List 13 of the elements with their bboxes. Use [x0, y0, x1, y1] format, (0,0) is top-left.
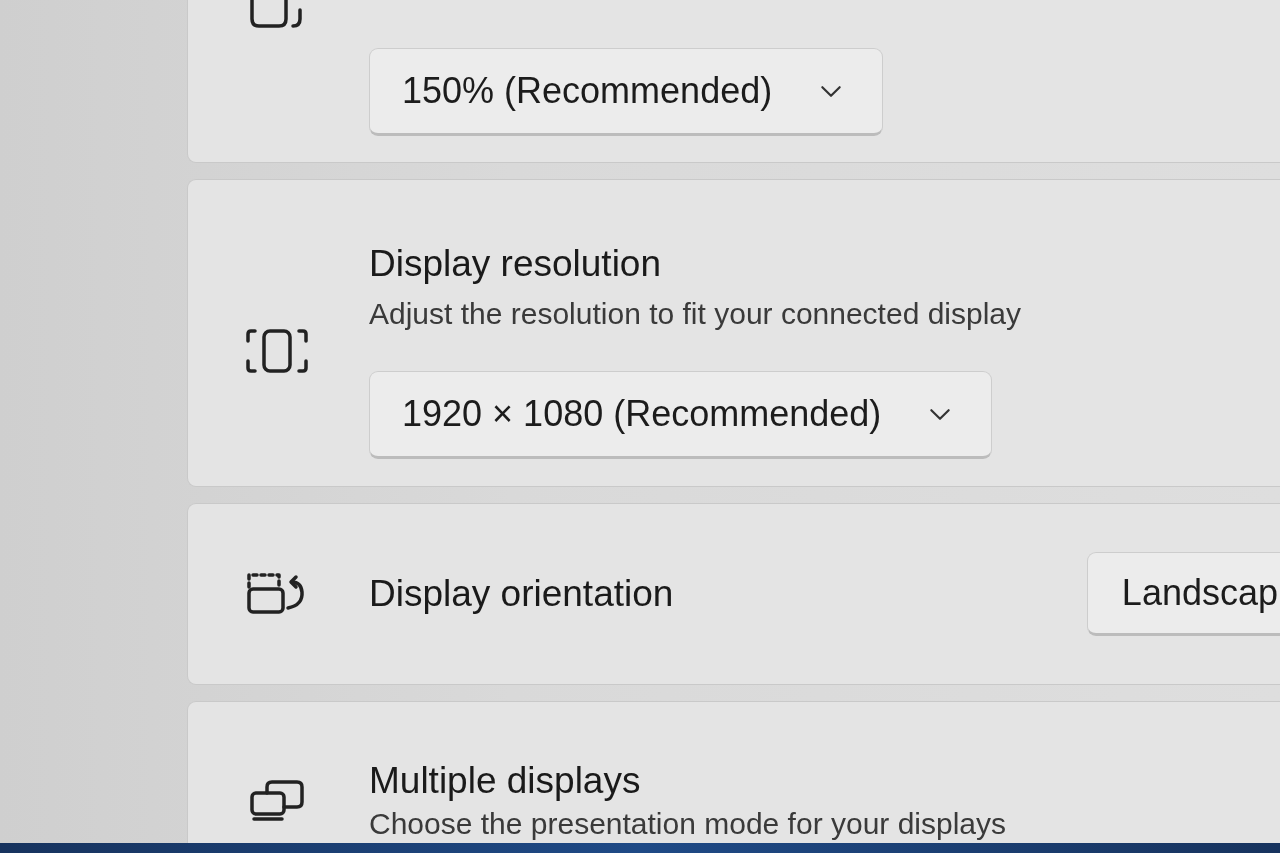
monitors-icon	[249, 779, 305, 821]
rectangle-icon	[249, 0, 305, 30]
chevron-down-icon	[929, 407, 952, 421]
setting-title: Display orientation	[369, 572, 674, 616]
setting-description: Adjust the resolution to fit your connected display	[369, 296, 1023, 332]
setting-description: Choose the presentation mode for your displays	[369, 807, 1008, 841]
chevron-down-icon	[820, 84, 843, 98]
setting-title: Multiple displays	[369, 759, 642, 803]
dropdown[interactable]: 1920 × 1080 (Recommended)	[369, 371, 993, 459]
frame-icon	[245, 327, 309, 374]
setting-title: Display resolution	[369, 242, 663, 286]
dropdown[interactable]: Landscap	[1086, 552, 1280, 636]
dropdown[interactable]: 150% (Recommended)	[369, 48, 884, 136]
